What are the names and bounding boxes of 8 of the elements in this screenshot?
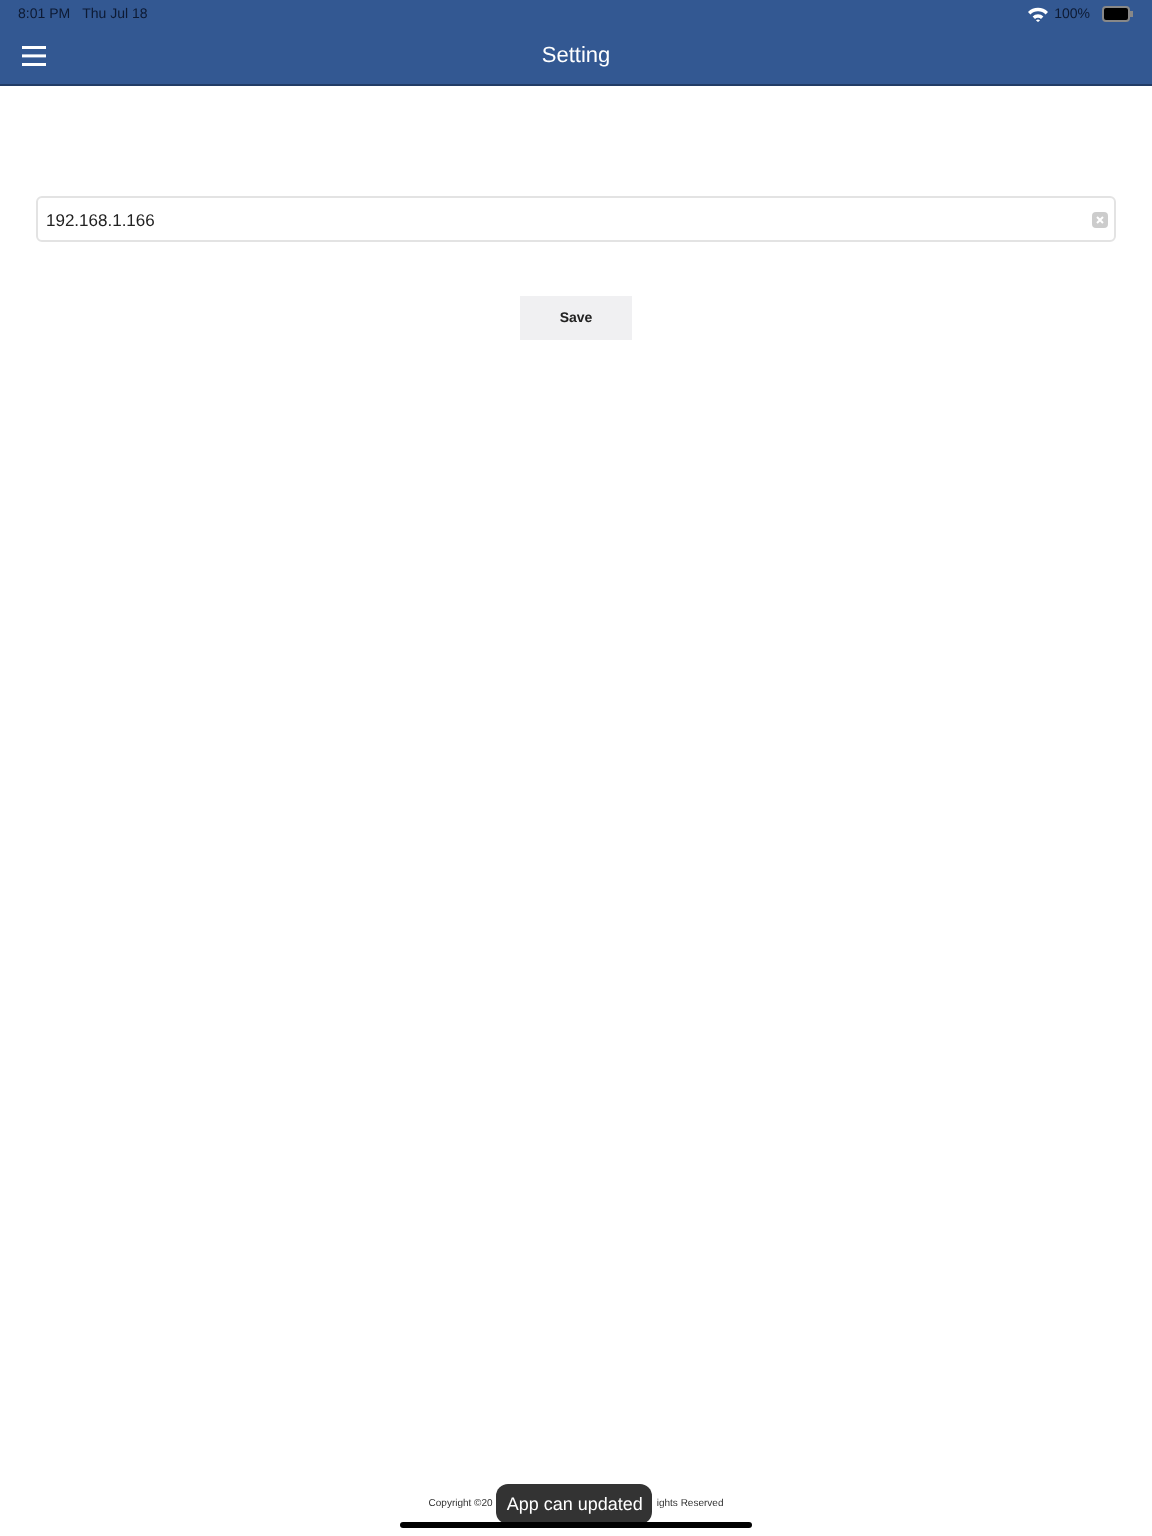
battery-icon [1102,6,1134,22]
toast-message: App can updated [496,1484,653,1524]
page-title: Setting [541,44,611,68]
menu-button[interactable] [20,44,48,68]
wifi-icon [1028,6,1049,22]
menu-icon [22,46,46,66]
server-address-field[interactable]: 192.168.1.166 [36,196,1116,242]
home-indicator[interactable] [400,1522,752,1528]
